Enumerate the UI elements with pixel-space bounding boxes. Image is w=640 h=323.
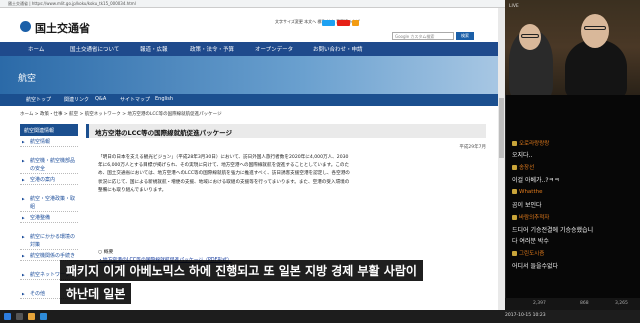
face-right <box>581 14 609 48</box>
subnav-sitemap[interactable]: サイトマップ <box>120 96 150 103</box>
main-nav: ホーム 国土交通省について 報道・広報 政策・法令・予算 オープンデータ お問い… <box>0 42 505 56</box>
section-banner: 航空 <box>0 56 505 94</box>
banner-title: 航空 <box>18 74 37 84</box>
chat-text: 드디어 기승전결에 기승승했습니 <box>512 227 594 234</box>
follower-count: 3,265 <box>615 301 628 306</box>
explorer-icon[interactable] <box>28 313 35 320</box>
nav-opendata[interactable]: オープンデータ <box>255 45 293 53</box>
webcam-overlay: LIVE <box>505 0 640 95</box>
scrollbar[interactable] <box>498 8 505 310</box>
viewer-count: 2,397 <box>533 301 546 306</box>
start-icon[interactable] <box>4 313 11 320</box>
chat-nick[interactable]: 송장선 <box>519 165 534 171</box>
subnav-aviation-top[interactable]: 航空トップ <box>26 96 51 103</box>
chat-message: Whatthe <box>512 188 542 195</box>
sidebar-item[interactable]: 航空・空港政策・取組 <box>20 195 78 212</box>
sidebar-heading: 航空関連情報 <box>20 124 78 136</box>
subtitle-line-1: 패키지 이게 아베노믹스 하에 진행되고 또 일본 지방 경제 부활 사람이 <box>60 260 423 281</box>
glasses-right-icon <box>584 26 606 30</box>
rss-icon[interactable] <box>352 20 359 26</box>
chat-panel: 오로라랑랑랑 오지다.. 송장선 이걸 아베가..?ㅋㅋ Whatthe 곰이 … <box>505 95 640 310</box>
chat-message: 오로라랑랑랑 <box>512 139 549 147</box>
chat-message: 바람의추적자 <box>512 213 549 221</box>
person-right <box>565 40 627 95</box>
badge-icon <box>512 141 517 146</box>
url-text[interactable]: 國土交通省 | https://www.mlit.go.jp/koku/koku… <box>8 1 136 7</box>
taskbar: 2017-10-15 10:23 <box>0 310 640 323</box>
chat-message: 다 여러분 박수 <box>512 236 549 245</box>
chat-message: 송장선 <box>512 163 534 171</box>
section-subnav: 航空トップ 関連リンク Q&A サイトマップ English <box>0 94 505 106</box>
stats-bar: 2,397 868 3,265 <box>505 298 640 310</box>
page-title: 地方空港のLCC等の国際線就航促進パッケージ <box>86 124 486 138</box>
chat-message: 이걸 아베가..?ㅋㅋ <box>512 175 560 184</box>
chat-message: 그린도시즘 <box>512 249 544 257</box>
sidebar-item[interactable]: 航空機・航空機部品の安全 <box>20 157 78 174</box>
overview-heading: ○ 概要 <box>98 250 114 255</box>
badge-icon <box>512 189 517 194</box>
sidebar-item[interactable]: 空港整備 <box>20 214 78 223</box>
sidebar-item[interactable]: 航空情報 <box>20 138 78 147</box>
scroll-thumb[interactable] <box>499 98 504 158</box>
breadcrumb[interactable]: ホーム > 政策・仕事 > 航空 > 航空ネットワーク > 地方空港のLCC等の… <box>20 111 222 117</box>
chat-text: 곰이 보인다 <box>512 202 542 209</box>
subnav-links[interactable]: 関連リンク <box>64 96 89 103</box>
youtube-icon[interactable] <box>337 20 350 26</box>
publish-date: 平成29年7月 <box>459 145 486 150</box>
mlit-logo-icon[interactable] <box>20 21 31 32</box>
nav-policy[interactable]: 政策・法令・予算 <box>190 45 234 53</box>
chat-message: 곰이 보인다 <box>512 200 542 209</box>
address-bar[interactable]: 國土交通省 | https://www.mlit.go.jp/koku/koku… <box>0 0 505 8</box>
chat-text: 오지다.. <box>512 152 533 159</box>
chat-nick[interactable]: 오로라랑랑랑 <box>519 141 549 147</box>
subtitle-line-2: 하난데 일본 <box>60 283 132 304</box>
site-header: 国土交通省 文字サイズ変更 本文へ 標準 拡大 音声読み上げ Google カス… <box>0 8 505 42</box>
chat-nick[interactable]: 바람의추적자 <box>519 215 549 221</box>
chat-text: 어디서 들을수없다 <box>512 263 559 270</box>
search-button[interactable]: 検索 <box>456 32 474 40</box>
chat-nick[interactable]: 그린도시즘 <box>519 251 544 257</box>
browser-icon[interactable] <box>40 313 47 320</box>
badge-icon <box>512 165 517 170</box>
live-label: LIVE <box>509 4 519 9</box>
badge-icon <box>512 251 517 256</box>
search-input[interactable]: Google カスタム検索 <box>392 32 454 40</box>
badge-icon <box>512 215 517 220</box>
chat-message: 드디어 기승전결에 기승승했습니 <box>512 225 593 234</box>
main-content: 地方空港のLCC等の国際線就航促進パッケージ 平成29年7月 「明日の日本を支え… <box>86 124 505 310</box>
taskview-icon[interactable] <box>16 313 23 320</box>
subnav-qa[interactable]: Q&A <box>95 96 106 102</box>
subnav-english[interactable]: English <box>155 96 173 102</box>
nav-home[interactable]: ホーム <box>28 45 44 53</box>
chat-message: 어디서 들을수없다 <box>512 261 558 270</box>
chat-text: 이걸 아베가..?ㅋㅋ <box>512 177 560 184</box>
site-title[interactable]: 国土交通省 <box>35 20 90 36</box>
chat-message: 오지다.. <box>512 150 532 159</box>
taskbar-clock[interactable]: 2017-10-15 10:23 <box>505 313 546 318</box>
nav-press[interactable]: 報道・広報 <box>140 45 168 53</box>
chat-nick[interactable]: Whatthe <box>519 189 542 195</box>
like-count: 868 <box>580 301 589 306</box>
twitter-icon[interactable] <box>322 20 335 26</box>
sidebar-item[interactable]: 航空にかかる環境の対策 <box>20 233 78 250</box>
glasses-left-icon <box>521 34 539 38</box>
nav-about[interactable]: 国土交通省について <box>70 45 119 53</box>
nav-contact[interactable]: お問い合わせ・申請 <box>313 45 363 53</box>
chat-text: 다 여러분 박수 <box>512 238 549 245</box>
sidebar-item[interactable]: 空港の案内 <box>20 176 78 185</box>
intro-paragraph: 「明日の日本を支える観光ビジョン」（平成28年3月30日）において、訪日外国人旅… <box>98 155 350 193</box>
